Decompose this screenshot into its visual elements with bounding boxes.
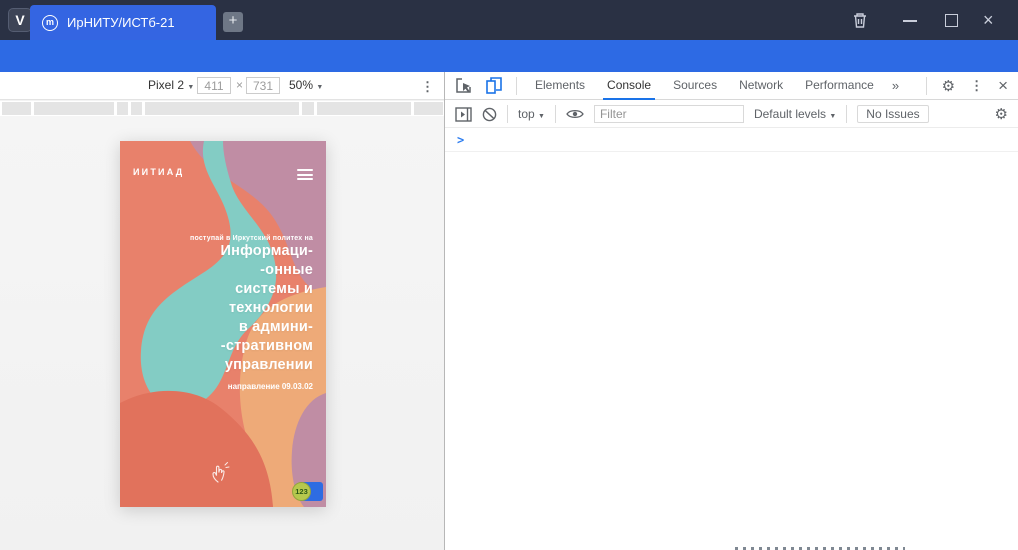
navigation-bar: V localhost:3000 ▼ Искать в Google ▼ 1: [0, 40, 1018, 109]
media-query-segment[interactable]: [317, 102, 411, 115]
minimize-button[interactable]: [903, 20, 917, 22]
no-issues-button[interactable]: No Issues: [857, 105, 929, 123]
device-caret-icon: ▼: [187, 84, 195, 91]
tab-performance[interactable]: Performance: [801, 72, 878, 100]
trash-icon[interactable]: [852, 11, 868, 29]
tab-sources[interactable]: Sources: [669, 72, 721, 100]
console-prompt-row[interactable]: >: [445, 129, 1018, 152]
device-toolbar-toggle-icon[interactable]: [486, 77, 502, 94]
media-query-segment[interactable]: [131, 102, 142, 115]
vivaldi-menu-button[interactable]: V: [8, 8, 32, 32]
live-expression-eye-icon[interactable]: [566, 108, 584, 120]
media-query-bar: [0, 101, 444, 116]
inspect-element-icon[interactable]: [455, 77, 472, 94]
hero-heading: Информаци- -онные системы и технологии в…: [220, 243, 313, 373]
toolbar-divider: [846, 105, 848, 123]
counter-widget[interactable]: 123: [292, 481, 323, 502]
browser-window: V m ИрНИТУ/ИСТб-21 + × V localhost:3000 …: [0, 0, 1018, 550]
emulated-page: ИИТИАД поступай в Иркутский политех на И…: [120, 141, 326, 507]
toolbar-divider: [925, 76, 927, 95]
devtools-tab-bar: Elements Console Sources Network Perform…: [445, 72, 1018, 100]
console-settings-icon[interactable]: ⚙: [995, 105, 1008, 123]
counter-badge: 123: [292, 482, 311, 501]
context-caret-icon: ▼: [538, 113, 545, 120]
hamburger-menu-icon[interactable]: [297, 169, 313, 183]
device-select[interactable]: Pixel 2 ▼: [148, 78, 194, 92]
maximize-button[interactable]: [945, 14, 958, 27]
close-window-button[interactable]: ×: [983, 8, 994, 32]
hero-kicker: поступай в Иркутский политех на: [190, 235, 313, 242]
tab-network[interactable]: Network: [735, 72, 787, 100]
tap-hand-icon: [212, 462, 230, 483]
hero-subtitle: направление 09.03.02: [227, 382, 313, 391]
site-logo[interactable]: ИИТИАД: [133, 167, 184, 177]
console-sidebar-icon[interactable]: [455, 106, 472, 122]
media-query-segment[interactable]: [414, 102, 443, 115]
device-toolbar-menu-icon[interactable]: ⋮: [421, 79, 434, 95]
more-tabs-icon[interactable]: »: [892, 78, 899, 93]
device-toolbar: Pixel 2 ▼ × 50% ▼ ⋮: [0, 72, 444, 100]
devtools-settings-icon[interactable]: ⚙: [942, 77, 955, 95]
media-query-segment[interactable]: [302, 102, 314, 115]
zoom-select[interactable]: 50% ▼: [289, 78, 323, 92]
devtools-close-icon[interactable]: ×: [998, 77, 1008, 94]
new-tab-button[interactable]: +: [223, 12, 243, 32]
toolbar-divider: [507, 105, 508, 123]
clear-console-icon[interactable]: [482, 107, 497, 122]
levels-caret-icon: ▼: [829, 113, 837, 120]
media-query-segment[interactable]: [34, 102, 114, 115]
size-separator: ×: [236, 78, 244, 92]
toolbar-divider: [516, 76, 517, 95]
media-query-segment[interactable]: [2, 102, 31, 115]
zoom-caret-icon: ▼: [316, 84, 324, 91]
viewport-width-input[interactable]: [197, 77, 231, 94]
console-toolbar: top ▼ Default levels ▼ No Issues ⚙: [445, 101, 1018, 128]
media-query-segment[interactable]: [145, 102, 299, 115]
tab-elements[interactable]: Elements: [531, 72, 589, 100]
devtools-panel: Elements Console Sources Network Perform…: [445, 72, 1018, 550]
media-query-segment[interactable]: [117, 102, 128, 115]
title-bar: V m ИрНИТУ/ИСТб-21 + ×: [0, 0, 1018, 40]
console-prompt-chevron: >: [457, 133, 465, 147]
devtools-menu-icon[interactable]: ⋮: [970, 78, 983, 94]
log-levels-selector[interactable]: Default levels ▼: [754, 107, 836, 121]
vivaldi-logo-icon: V: [15, 12, 25, 28]
context-selector[interactable]: top ▼: [518, 107, 545, 121]
device-emulation-pane: Pixel 2 ▼ × 50% ▼ ⋮: [0, 72, 445, 550]
tab-console[interactable]: Console: [603, 72, 656, 100]
toolbar-divider: [554, 105, 556, 123]
tab-title: ИрНИТУ/ИСТб-21: [67, 15, 175, 30]
tab-favicon-icon: m: [42, 14, 58, 31]
hero-text-block: поступай в Иркутский политех на Информац…: [190, 235, 313, 391]
browser-tab[interactable]: m ИрНИТУ/ИСТб-21: [30, 5, 216, 40]
viewport-height-input[interactable]: [246, 77, 280, 94]
console-filter-input[interactable]: [593, 105, 744, 123]
